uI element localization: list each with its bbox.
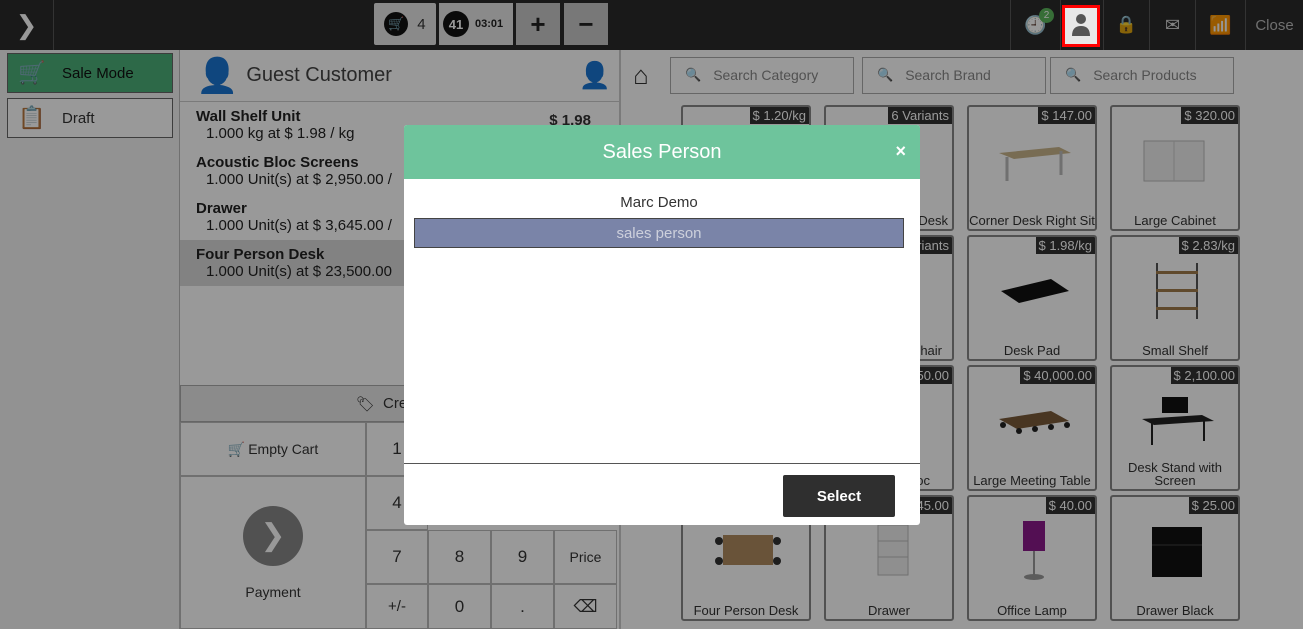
sales-person-option-selected[interactable]: sales person [414, 218, 904, 248]
dialog-title: Sales Person [602, 140, 722, 163]
sales-person-dialog: Sales Person × Marc Demo sales person Se… [404, 125, 920, 525]
sales-person-list: Marc Demo sales person [404, 179, 920, 464]
close-icon[interactable]: × [895, 141, 906, 162]
sales-person-option[interactable]: Marc Demo [414, 187, 904, 217]
sales-person-button[interactable] [1062, 5, 1100, 47]
dialog-header: Sales Person × [404, 125, 920, 179]
select-button[interactable]: Select [783, 475, 895, 517]
user-icon [1072, 14, 1090, 36]
